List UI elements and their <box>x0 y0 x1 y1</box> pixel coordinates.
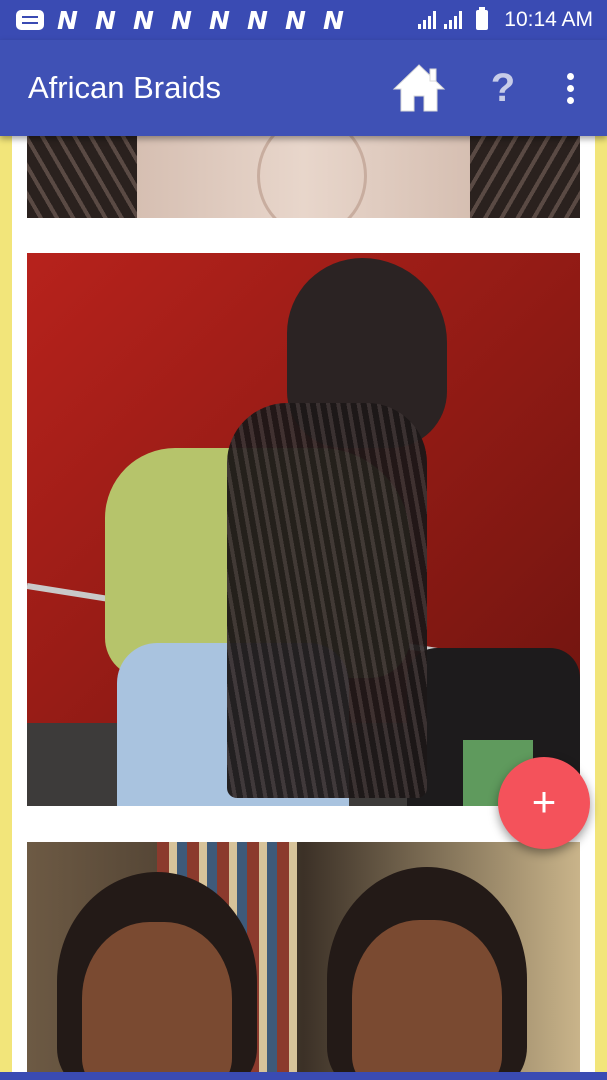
battery-icon <box>476 7 489 30</box>
status-time: 10:14 AM <box>504 8 593 31</box>
add-button[interactable]: + <box>498 757 590 849</box>
more-vert-icon <box>566 72 574 80</box>
notification-icon: N <box>95 5 116 35</box>
app-bar: African Braids ? <box>0 40 607 136</box>
braid-photo[interactable] <box>27 842 580 1074</box>
message-icon <box>16 10 44 30</box>
gallery-list[interactable] <box>12 136 595 1074</box>
notification-area: N N N N N N N N <box>16 6 418 35</box>
overflow-menu-button[interactable] <box>555 60 585 116</box>
status-bar: N N N N N N N N 10:14 AM <box>0 0 607 40</box>
notification-icon: N <box>171 5 192 35</box>
system-icons: 10:14 AM <box>418 7 593 32</box>
plus-icon: + <box>531 778 557 825</box>
app-title: African Braids <box>28 70 221 105</box>
notification-icon: N <box>133 5 154 35</box>
notification-icon: N <box>285 5 306 35</box>
notification-icon: N <box>57 5 78 35</box>
braid-photo[interactable] <box>27 253 580 806</box>
notification-icon: N <box>209 5 230 35</box>
home-button[interactable] <box>391 60 447 116</box>
navigation-bar-edge <box>0 1072 607 1080</box>
signal-icon <box>418 11 437 29</box>
notification-icon: N <box>247 5 268 35</box>
notification-icon: N <box>323 5 344 35</box>
braid-photo[interactable] <box>27 136 580 218</box>
signal-icon <box>444 11 463 29</box>
help-icon: ? <box>490 65 516 110</box>
home-icon <box>392 64 446 112</box>
help-button[interactable]: ? <box>481 60 525 116</box>
